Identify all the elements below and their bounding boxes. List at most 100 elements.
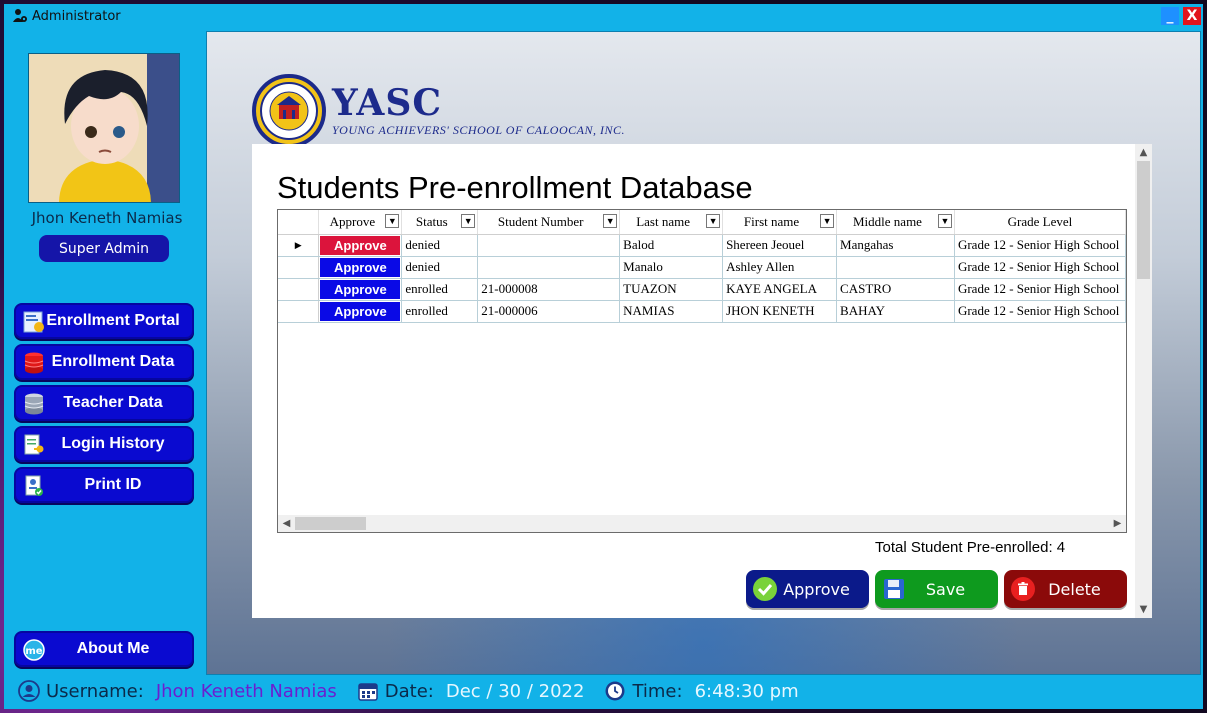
status-cell[interactable]: denied	[401, 234, 479, 257]
scroll-up-icon[interactable]: ▲	[1135, 144, 1152, 161]
about-me-button[interactable]: me About Me	[14, 631, 194, 667]
page-title: Students Pre-enrollment Database	[277, 170, 753, 205]
row-approve-button[interactable]: Approve	[320, 257, 401, 277]
last-name-cell[interactable]: NAMIAS	[619, 300, 724, 323]
filter-dropdown-icon[interactable]: ▼	[706, 214, 721, 228]
grade-level-cell[interactable]: Grade 12 - Senior High School	[954, 278, 1126, 301]
sidebar-user-name: Jhon Keneth Namias	[31, 209, 183, 227]
table-row[interactable]: Approve enrolled 21-000008 TUAZON KAYE ANGEL…	[278, 278, 1126, 301]
student-number-cell[interactable]	[477, 256, 621, 279]
role-badge: Super Admin	[39, 235, 169, 262]
date-key: Date:	[384, 680, 434, 702]
status-cell[interactable]: enrolled	[401, 278, 479, 301]
filter-dropdown-icon[interactable]: ▼	[385, 214, 400, 228]
table-row[interactable]: Approve enrolled 21-000006 NAMIAS JHON KENET…	[278, 300, 1126, 323]
title-bar: Administrator	[4, 4, 1203, 28]
middle-name-cell[interactable]: Mangahas	[836, 234, 955, 257]
delete-button[interactable]: Delete	[1004, 570, 1127, 608]
delete-button-label: Delete	[1048, 579, 1101, 599]
filter-dropdown-icon[interactable]: ▼	[603, 214, 618, 228]
table-row[interactable]: ▶ Approve denied Balod Shereen Jeouel Mangaha…	[278, 234, 1126, 257]
column-header-middle-name[interactable]: Middle name ▼	[836, 210, 955, 235]
approve-cell[interactable]: Approve	[318, 234, 403, 257]
nav-enrollment-data-button[interactable]: Enrollment Data	[14, 344, 194, 380]
main-panel: YASC YOUNG ACHIEVERS' SCHOOL OF CALOOCAN…	[206, 31, 1201, 675]
scroll-right-icon[interactable]: ▶	[1109, 515, 1126, 532]
total-pre-enrolled-label: Total Student Pre-enrolled: 4	[875, 539, 1066, 556]
first-name-cell[interactable]: Shereen Jeouel	[722, 234, 838, 257]
status-cell[interactable]: enrolled	[401, 300, 479, 323]
first-name-cell[interactable]: JHON KENETH	[722, 300, 838, 323]
filter-dropdown-icon[interactable]: ▼	[461, 214, 476, 228]
middle-name-cell[interactable]: CASTRO	[836, 278, 955, 301]
nav-login-history-button[interactable]: Login History	[14, 426, 194, 462]
horizontal-scrollbar[interactable]: ◀ ▶	[278, 515, 1126, 532]
approve-cell[interactable]: Approve	[318, 278, 403, 301]
minimize-button[interactable]: _	[1161, 7, 1179, 25]
middle-name-cell[interactable]	[836, 256, 955, 279]
clock-icon	[604, 680, 626, 702]
grade-level-cell[interactable]: Grade 12 - Senior High School	[954, 256, 1126, 279]
save-button[interactable]: Save	[875, 570, 998, 608]
school-logo: YASC YOUNG ACHIEVERS' SCHOOL OF CALOOCAN…	[252, 74, 625, 148]
filter-dropdown-icon[interactable]: ▼	[820, 214, 835, 228]
row-header[interactable]	[278, 300, 320, 323]
nav-label: Teacher Data	[63, 394, 163, 411]
column-header-label: Status	[415, 213, 448, 229]
last-name-cell[interactable]: Manalo	[619, 256, 724, 279]
school-logo-subtitle: YOUNG ACHIEVERS' SCHOOL OF CALOOCAN, INC…	[332, 122, 625, 137]
time-key: Time:	[632, 680, 683, 702]
nav-print-id-button[interactable]: Print ID	[14, 467, 194, 503]
column-header-approve[interactable]: Approve ▼	[318, 210, 403, 235]
approve-button[interactable]: Approve	[746, 570, 869, 608]
student-number-cell[interactable]: 21-000006	[477, 300, 621, 323]
calendar-icon	[357, 680, 379, 702]
row-header[interactable]: ▶	[278, 234, 320, 257]
column-header-first-name[interactable]: First name ▼	[722, 210, 838, 235]
close-button[interactable]: X	[1183, 7, 1201, 25]
admin-user-icon	[12, 8, 28, 24]
grade-level-cell[interactable]: Grade 12 - Senior High School	[954, 234, 1126, 257]
student-number-cell[interactable]	[477, 234, 621, 257]
admin-window: Administrator _ X Jhon Keneth Namias Sup…	[4, 4, 1203, 709]
nav-teacher-data-button[interactable]: Teacher Data	[14, 385, 194, 421]
column-header-label: Approve	[329, 213, 376, 229]
filter-dropdown-icon[interactable]: ▼	[937, 214, 952, 228]
approve-cell[interactable]: Approve	[318, 256, 403, 279]
id-card-icon	[22, 474, 46, 498]
scroll-down-icon[interactable]: ▼	[1135, 601, 1152, 618]
row-header[interactable]	[278, 256, 320, 279]
table-row[interactable]: Approve denied Manalo Ashley Allen Grade 12 …	[278, 256, 1126, 279]
scroll-thumb[interactable]	[1137, 161, 1150, 279]
database-gray-icon	[22, 392, 46, 416]
grade-level-cell[interactable]: Grade 12 - Senior High School	[954, 300, 1126, 323]
user-circle-icon	[18, 680, 40, 702]
first-name-cell[interactable]: Ashley Allen	[722, 256, 838, 279]
row-approve-button[interactable]: Approve	[320, 279, 401, 299]
first-name-cell[interactable]: KAYE ANGELA	[722, 278, 838, 301]
last-name-cell[interactable]: Balod	[619, 234, 724, 257]
column-header-last-name[interactable]: Last name ▼	[619, 210, 724, 235]
row-header[interactable]	[278, 278, 320, 301]
vertical-scrollbar[interactable]: ▲ ▼	[1135, 144, 1152, 618]
status-cell[interactable]: denied	[401, 256, 479, 279]
nav-enrollment-portal-button[interactable]: Enrollment Portal	[14, 303, 194, 339]
student-number-cell[interactable]: 21-000008	[477, 278, 621, 301]
approve-cell[interactable]: Approve	[318, 300, 403, 323]
date-value: Dec / 30 / 2022	[445, 680, 585, 702]
database-red-icon	[22, 351, 46, 375]
middle-name-cell[interactable]: BAHAY	[836, 300, 955, 323]
row-approve-button[interactable]: Approve	[320, 301, 401, 321]
column-header-student-number[interactable]: Student Number ▼	[477, 210, 621, 235]
scroll-left-icon[interactable]: ◀	[278, 515, 295, 532]
column-header-label: Last name	[636, 213, 691, 229]
nav-label: Print ID	[84, 476, 142, 493]
avatar	[28, 53, 180, 203]
row-approve-button[interactable]: Approve	[320, 235, 401, 255]
nav-label: About Me	[76, 640, 150, 657]
column-header-grade-level[interactable]: Grade Level	[954, 210, 1126, 235]
scroll-thumb[interactable]	[295, 517, 366, 530]
column-header-status[interactable]: Status ▼	[401, 210, 479, 235]
history-icon	[22, 433, 46, 457]
last-name-cell[interactable]: TUAZON	[619, 278, 724, 301]
